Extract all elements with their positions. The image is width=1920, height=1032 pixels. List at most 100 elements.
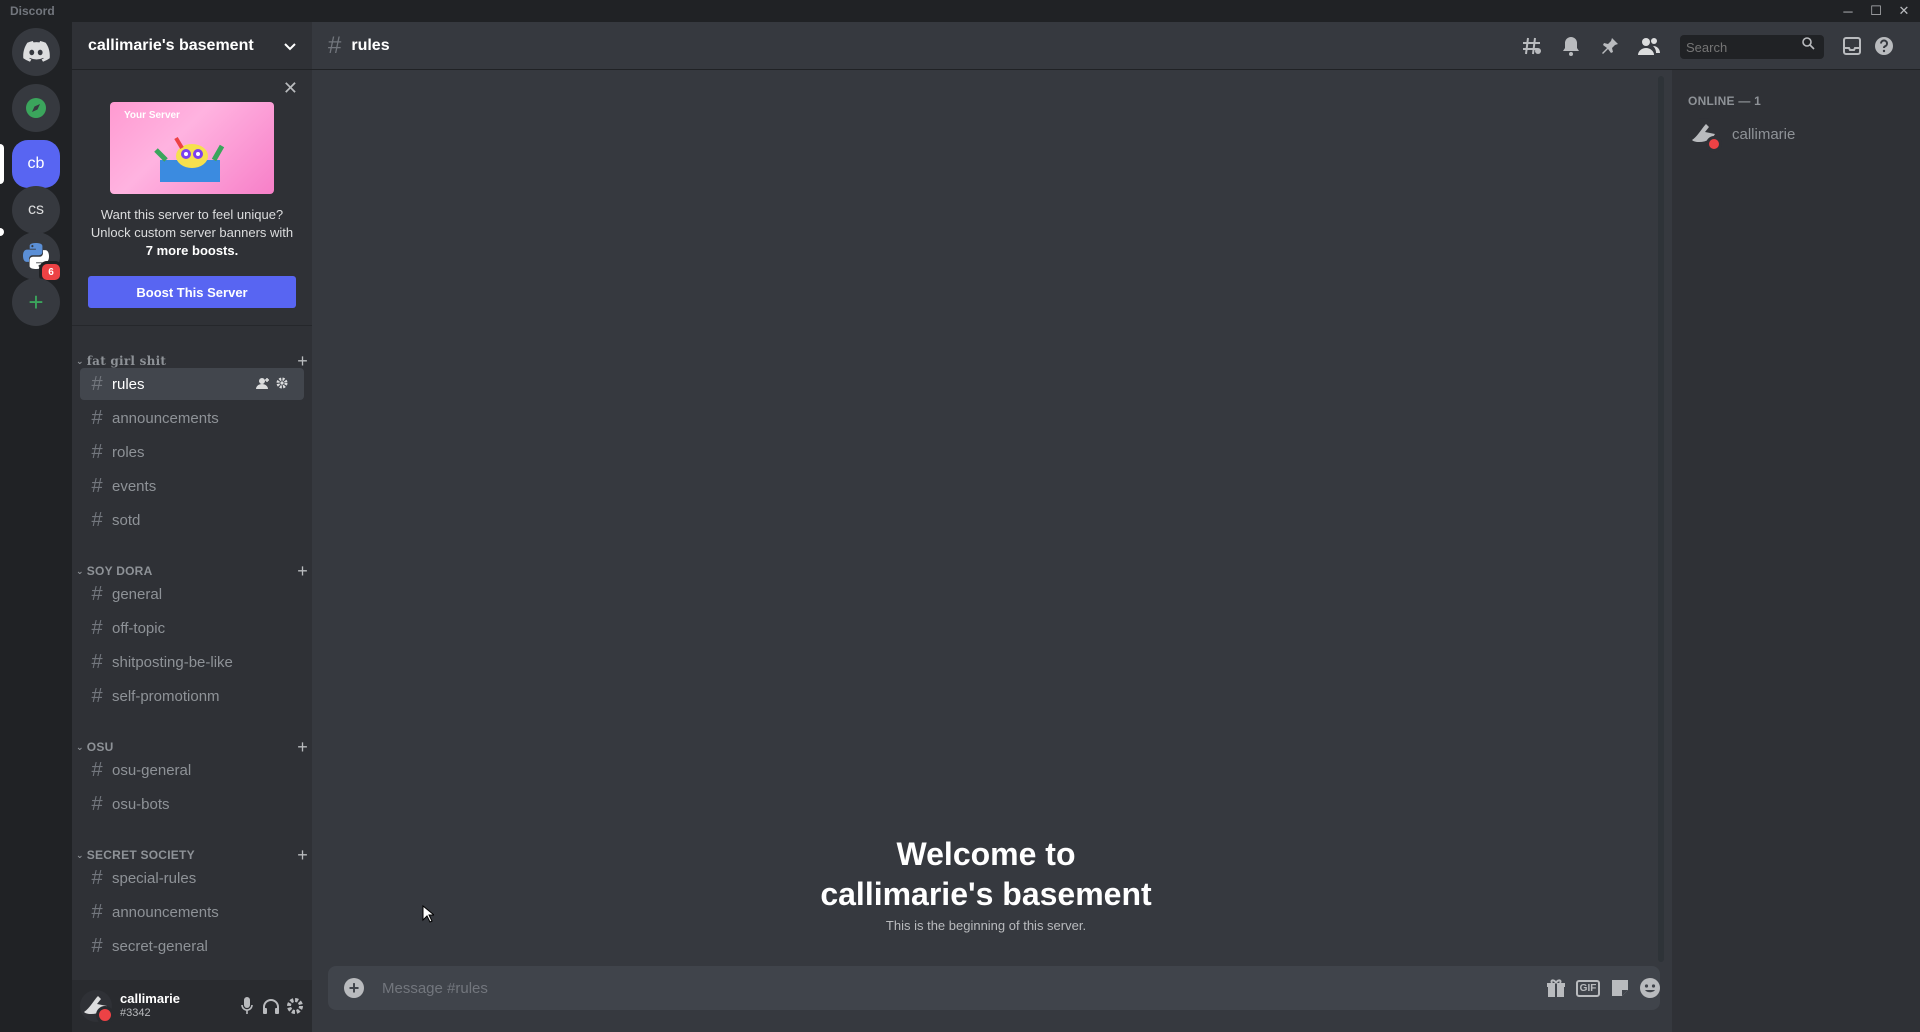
hash-icon: # — [91, 474, 103, 497]
channel-sotd[interactable]: # sotd — [80, 504, 304, 536]
dnd-status-icon — [1706, 136, 1722, 152]
boost-promo: ✕ Your Server Want this server to feel u… — [72, 70, 312, 320]
explore-servers-button[interactable] — [12, 84, 60, 132]
channel-label: sotd — [112, 511, 141, 529]
add-server-button[interactable]: + — [12, 278, 60, 326]
channel-off-topic[interactable]: # off-topic — [80, 612, 304, 644]
server-header[interactable]: callimarie's basement — [72, 22, 312, 70]
message-composer: + GIF — [328, 966, 1660, 1010]
boost-server-button[interactable]: Boost This Server — [88, 276, 296, 308]
server-list: cb cs 6 + — [0, 22, 72, 1032]
mascot-illustration — [154, 136, 225, 182]
scrollbar[interactable] — [1658, 76, 1664, 962]
member-list: ONLINE — 1 callimarie — [1672, 70, 1920, 1032]
boost-image-label: Your Server — [124, 110, 180, 121]
hash-icon: # — [91, 900, 103, 923]
boost-banner-image: Your Server — [110, 102, 274, 194]
minimize-button[interactable]: ─ — [1834, 0, 1862, 22]
channel-label: general — [112, 585, 163, 603]
user-tag: #3342 — [120, 1007, 151, 1019]
boost-text-bold: 7 more boosts. — [145, 243, 239, 258]
channel-label: special-rules — [112, 869, 197, 887]
compass-icon — [26, 98, 46, 118]
channel-secret-general[interactable]: # secret-general — [80, 930, 304, 962]
channel-self-promotion[interactable]: # self-promotionm — [80, 680, 304, 712]
home-button[interactable] — [12, 28, 60, 76]
chevron-down-icon: ⌄ — [76, 565, 84, 576]
channel-rules[interactable]: # rules — [80, 368, 304, 400]
channel-announcements[interactable]: # announcements — [80, 402, 304, 434]
close-window-button[interactable]: ✕ — [1890, 0, 1918, 22]
server-cs-label: cs — [28, 201, 44, 218]
channel-label: shitposting-be-like — [112, 653, 233, 671]
headphones-icon[interactable] — [260, 995, 282, 1017]
welcome-message: Welcome to callimarie's basement This is… — [312, 834, 1660, 933]
search-icon — [1802, 37, 1815, 53]
microphone-icon[interactable] — [236, 995, 258, 1017]
channel-sidebar: callimarie's basement ✕ Your Server Want… — [72, 22, 312, 1032]
channel-general[interactable]: # general — [80, 578, 304, 610]
message-input[interactable] — [382, 966, 1482, 1010]
category-label: OSU — [86, 740, 114, 754]
boost-text-line2: Unlock custom server banners with — [90, 225, 294, 240]
channel-label: announcements — [112, 409, 219, 427]
gif-button[interactable]: GIF — [1575, 976, 1601, 1000]
hash-icon: # — [91, 616, 103, 639]
close-icon[interactable]: ✕ — [283, 78, 298, 99]
sticker-icon[interactable] — [1608, 976, 1632, 1000]
dnd-status-icon — [96, 1006, 114, 1024]
category-label: fat girl shit — [86, 354, 167, 368]
channel-label: off-topic — [112, 619, 166, 637]
channel-label: secret-general — [112, 937, 208, 955]
channel-osu-bots[interactable]: # osu-bots — [80, 788, 304, 820]
channel-special-rules[interactable]: # special-rules — [80, 862, 304, 894]
channel-label: osu-general — [112, 761, 192, 779]
maximize-button[interactable]: ☐ — [1862, 0, 1890, 22]
hash-icon: # — [91, 792, 103, 815]
plus-icon: + — [28, 286, 44, 317]
channel-osu-general[interactable]: # osu-general — [80, 754, 304, 786]
user-panel: callimarie #3342 — [72, 980, 312, 1032]
hash-icon: # — [91, 684, 103, 707]
channel-events[interactable]: # events — [80, 470, 304, 502]
help-icon[interactable] — [1872, 34, 1896, 58]
app-title: Discord — [10, 4, 55, 18]
member-item[interactable]: callimarie — [1688, 118, 1912, 152]
welcome-line1: Welcome to — [896, 836, 1076, 872]
add-attachment-icon[interactable]: + — [344, 978, 364, 998]
member-list-icon[interactable] — [1637, 34, 1661, 58]
channel-label: roles — [112, 443, 145, 461]
channel-label: rules — [112, 375, 145, 393]
gear-icon[interactable] — [276, 377, 288, 392]
channel-shitposting[interactable]: # shitposting-be-like — [80, 646, 304, 678]
notification-bell-icon[interactable] — [1559, 34, 1583, 58]
server-python[interactable]: 6 — [12, 232, 63, 283]
avatar — [1688, 118, 1722, 152]
mouse-cursor-icon — [422, 905, 434, 923]
emoji-icon[interactable] — [1638, 976, 1662, 1000]
server-cb[interactable]: cb — [12, 140, 60, 188]
channel-secret-announcements[interactable]: # announcements — [80, 896, 304, 928]
divider — [72, 325, 312, 326]
pin-icon[interactable] — [1598, 34, 1622, 58]
channel-label: announcements — [112, 903, 219, 921]
username: callimarie — [120, 991, 180, 1006]
boost-text-line1: Want this server to feel unique? — [100, 207, 284, 222]
user-settings-gear-icon[interactable] — [284, 995, 306, 1017]
channel-label: events — [112, 477, 157, 495]
user-names: callimarie #3342 — [120, 992, 180, 1020]
channel-label: self-promotionm — [112, 687, 220, 705]
boost-description: Want this server to feel unique? Unlock … — [82, 206, 302, 260]
avatar[interactable] — [80, 990, 114, 1024]
inbox-icon[interactable] — [1840, 34, 1864, 58]
hash-icon: # — [91, 372, 103, 395]
server-cs[interactable]: cs — [12, 186, 60, 234]
threads-icon[interactable] — [1520, 34, 1544, 58]
invite-icon[interactable] — [256, 377, 270, 392]
channel-label: osu-bots — [112, 795, 170, 813]
channel-roles[interactable]: # roles — [80, 436, 304, 468]
online-section-header: ONLINE — 1 — [1688, 94, 1762, 108]
gift-icon[interactable] — [1544, 976, 1568, 1000]
chevron-down-icon — [284, 38, 296, 54]
chevron-down-icon: ⌄ — [76, 355, 84, 366]
